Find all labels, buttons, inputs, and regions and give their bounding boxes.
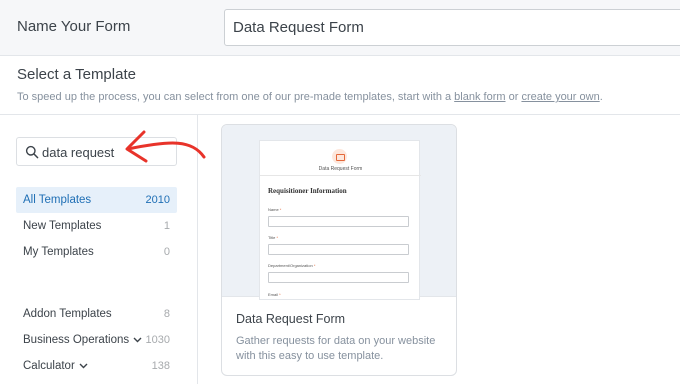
category-count: 8 — [163, 308, 170, 320]
preview-field-label: Title * — [268, 235, 279, 240]
category-business-operations[interactable]: Business Operations 1030 — [16, 327, 177, 353]
category-label: Calculator — [23, 360, 75, 372]
chevron-down-icon — [133, 337, 142, 343]
category-count: 1 — [163, 220, 170, 232]
category-count: 2010 — [145, 194, 170, 206]
template-category-list: All Templates 2010 New Templates 1 My Te… — [16, 187, 177, 265]
category-count: 0 — [163, 246, 170, 258]
category-calculator[interactable]: Calculator 138 — [16, 353, 177, 379]
category-label: Business Operations — [23, 334, 130, 346]
category-label: My Templates — [23, 246, 94, 258]
preview-field — [268, 216, 409, 227]
template-category-list-secondary: Addon Templates 8 Business Operations 10… — [16, 301, 177, 379]
preview-section-title: Requisitioner Information — [268, 187, 347, 195]
preview-field-label: Department/Organization * — [268, 263, 316, 268]
create-your-own-link[interactable]: create your own — [521, 91, 599, 103]
preview-field-label: Name * — [268, 207, 282, 212]
template-card-title: Data Request Form — [236, 312, 346, 326]
category-new-templates[interactable]: New Templates 1 — [16, 213, 177, 239]
preview-field — [268, 272, 409, 283]
briefcase-icon — [332, 149, 347, 164]
template-preview-paper: Data Request Form Requisitioner Informat… — [259, 140, 421, 300]
select-template-heading: Select a Template — [17, 66, 136, 83]
form-name-bar: Name Your Form — [0, 0, 680, 56]
form-name-label: Name Your Form — [17, 18, 131, 35]
section-divider — [0, 114, 680, 115]
preview-field — [268, 244, 409, 255]
search-icon — [25, 145, 39, 159]
category-addon-templates[interactable]: Addon Templates 8 — [16, 301, 177, 327]
preview-divider — [260, 175, 421, 176]
preview-field-label: Email * — [268, 292, 281, 297]
annotation-arrow — [125, 130, 206, 163]
form-name-input[interactable] — [224, 9, 680, 46]
chevron-down-icon — [79, 363, 88, 369]
description-middle: or — [505, 91, 522, 103]
template-card-description: Gather requests for data on your website… — [236, 335, 436, 363]
category-count: 138 — [151, 360, 170, 372]
description-prefix: To speed up the process, you can select … — [17, 91, 455, 103]
select-template-description: To speed up the process, you can select … — [17, 91, 603, 103]
category-label: New Templates — [23, 220, 102, 232]
preview-form-title: Data Request Form — [318, 166, 363, 172]
category-count: 1030 — [145, 334, 170, 346]
category-my-templates[interactable]: My Templates 0 — [16, 239, 177, 265]
category-label: Addon Templates — [23, 308, 112, 320]
template-card-data-request[interactable]: Data Request Form Requisitioner Informat… — [221, 124, 457, 376]
blank-form-link[interactable]: blank form — [454, 91, 505, 103]
category-label: All Templates — [23, 194, 92, 206]
template-preview: Data Request Form Requisitioner Informat… — [222, 125, 456, 300]
description-suffix: . — [599, 91, 603, 103]
category-all-templates[interactable]: All Templates 2010 — [16, 187, 177, 213]
